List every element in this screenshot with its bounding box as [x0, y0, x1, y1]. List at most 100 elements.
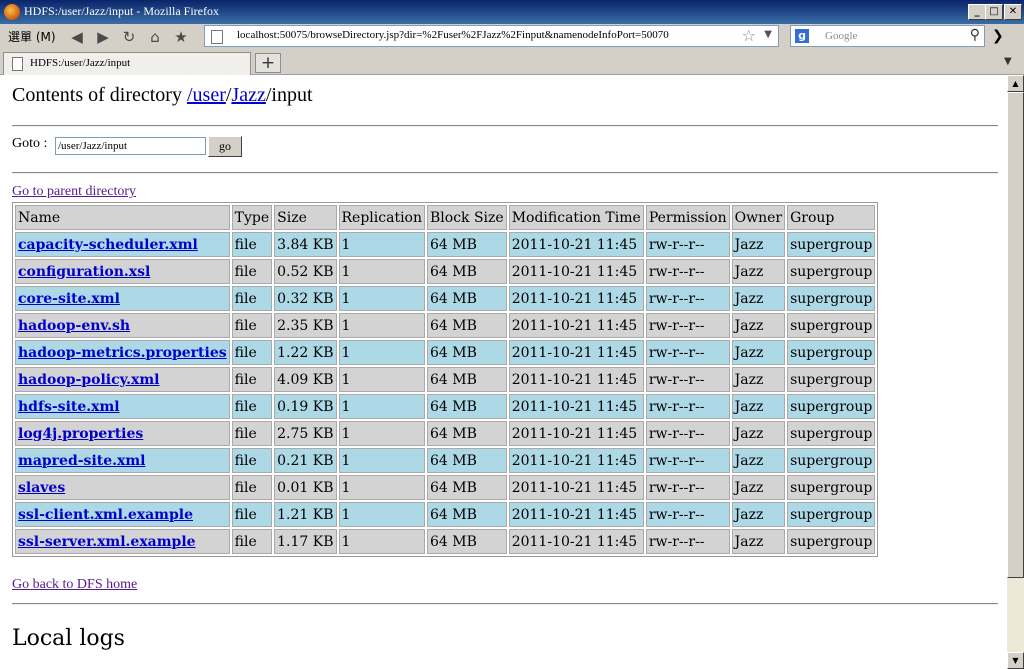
table-cell: 1: [338, 232, 425, 257]
file-table: Name Type Size Replication Block Size Modific…: [12, 202, 879, 557]
file-link[interactable]: capacity-scheduler.xml: [18, 237, 198, 253]
home-icon[interactable]: ⌂: [146, 28, 164, 46]
file-link[interactable]: slaves: [18, 480, 65, 496]
scrollbar-thumb[interactable]: [1007, 92, 1024, 578]
file-link[interactable]: ssl-client.xml.example: [18, 507, 193, 523]
table-cell: supergroup: [787, 367, 876, 392]
breadcrumb-jazz-link[interactable]: Jazz: [231, 84, 265, 106]
reload-icon[interactable]: ↻: [120, 28, 138, 46]
google-logo-icon[interactable]: g: [795, 29, 809, 43]
table-cell: 64 MB: [427, 448, 507, 473]
breadcrumb-current: input: [271, 84, 313, 106]
table-cell: Jazz: [731, 286, 786, 311]
table-cell: 2.75 KB: [274, 421, 337, 446]
table-row: configuration.xsl file 0.52 KB 1 64 MB 2011-1…: [15, 259, 876, 284]
go-button[interactable]: go: [208, 136, 242, 157]
file-name-cell: capacity-scheduler.xml: [15, 232, 230, 257]
file-name-cell: hadoop-env.sh: [15, 313, 230, 338]
table-cell: rw-r--r--: [645, 259, 730, 284]
tab-list-icon[interactable]: ▼: [1004, 56, 1012, 67]
table-cell: supergroup: [787, 421, 876, 446]
column-header: Replication: [338, 205, 425, 230]
table-cell: file: [231, 313, 273, 338]
table-cell: 0.32 KB: [274, 286, 337, 311]
tab-bar: HDFS:/user/Jazz/input + ▼: [0, 50, 1024, 75]
maximize-button[interactable]: □: [985, 4, 1003, 20]
column-header: Type: [231, 205, 273, 230]
goto-input[interactable]: [55, 137, 206, 155]
file-link[interactable]: configuration.xsl: [18, 264, 150, 280]
table-cell: 1: [338, 421, 425, 446]
window-title-bar: HDFS:/user/Jazz/input - Mozilla Firefox …: [0, 0, 1024, 24]
table-cell: file: [231, 259, 273, 284]
address-url[interactable]: localhost:50075/browseDirectory.jsp?dir=…: [237, 29, 669, 41]
forward-icon[interactable]: ▶: [94, 28, 112, 46]
file-link[interactable]: hdfs-site.xml: [18, 399, 120, 415]
table-cell: supergroup: [787, 475, 876, 500]
file-link[interactable]: hadoop-policy.xml: [18, 372, 159, 388]
dfs-home-link[interactable]: Go back to DFS home: [12, 577, 137, 593]
vertical-scrollbar[interactable]: ▲ ▼: [1007, 75, 1024, 669]
bookmark-star-icon[interactable]: ☆: [742, 26, 756, 45]
table-cell: 64 MB: [427, 286, 507, 311]
tab-hdfs-input[interactable]: HDFS:/user/Jazz/input: [3, 52, 251, 75]
table-cell: 1: [338, 259, 425, 284]
back-icon[interactable]: ◀: [68, 28, 86, 46]
table-cell: 2011-10-21 11:45: [508, 502, 644, 527]
close-window-button[interactable]: ✕: [1004, 4, 1022, 20]
tab-label: HDFS:/user/Jazz/input: [30, 57, 131, 69]
url-dropdown-icon[interactable]: ▼: [764, 29, 772, 40]
table-cell: 0.21 KB: [274, 448, 337, 473]
table-cell: 1.17 KB: [274, 529, 337, 554]
file-link[interactable]: hadoop-env.sh: [18, 318, 130, 334]
search-bar[interactable]: g Google ⚲: [790, 25, 985, 47]
minimize-button[interactable]: _: [968, 4, 986, 20]
file-link[interactable]: log4j.properties: [18, 426, 143, 442]
table-cell: 2011-10-21 11:45: [508, 232, 644, 257]
table-cell: 1: [338, 502, 425, 527]
scroll-down-arrow-icon[interactable]: ▼: [1007, 652, 1024, 669]
table-cell: 4.09 KB: [274, 367, 337, 392]
file-name-cell: mapred-site.xml: [15, 448, 230, 473]
table-cell: file: [231, 394, 273, 419]
table-cell: file: [231, 232, 273, 257]
table-cell: rw-r--r--: [645, 286, 730, 311]
file-link[interactable]: mapred-site.xml: [18, 453, 145, 469]
table-cell: 64 MB: [427, 313, 507, 338]
bookmarks-icon[interactable]: ★: [172, 28, 190, 46]
table-cell: rw-r--r--: [645, 529, 730, 554]
table-row: hadoop-policy.xml file 4.09 KB 1 64 MB 2011-1…: [15, 367, 876, 392]
file-link[interactable]: hadoop-metrics.properties: [18, 345, 227, 361]
table-cell: 2.35 KB: [274, 313, 337, 338]
table-cell: Jazz: [731, 475, 786, 500]
table-cell: 64 MB: [427, 394, 507, 419]
table-body: capacity-scheduler.xml file 3.84 KB 1 64 MB 2…: [15, 232, 876, 554]
table-cell: rw-r--r--: [645, 421, 730, 446]
address-bar[interactable]: localhost:50075/browseDirectory.jsp?dir=…: [204, 25, 779, 47]
table-cell: 0.52 KB: [274, 259, 337, 284]
breadcrumb-user-link[interactable]: user: [193, 84, 226, 106]
table-cell: Jazz: [731, 259, 786, 284]
table-cell: rw-r--r--: [645, 502, 730, 527]
column-header: Permission: [645, 205, 730, 230]
table-cell: rw-r--r--: [645, 340, 730, 365]
search-icon[interactable]: ⚲: [970, 27, 980, 43]
toolbar-overflow-icon[interactable]: ❯: [992, 28, 1004, 44]
table-cell: supergroup: [787, 502, 876, 527]
new-tab-button[interactable]: +: [255, 53, 281, 73]
table-row: capacity-scheduler.xml file 3.84 KB 1 64 MB 2…: [15, 232, 876, 257]
table-cell: file: [231, 367, 273, 392]
table-cell: 64 MB: [427, 475, 507, 500]
table-cell: 2011-10-21 11:45: [508, 367, 644, 392]
file-link[interactable]: ssl-server.xml.example: [18, 534, 196, 550]
menu-button[interactable]: 選單 (M): [8, 28, 56, 45]
table-cell: supergroup: [787, 232, 876, 257]
scroll-up-arrow-icon[interactable]: ▲: [1007, 75, 1024, 92]
table-cell: 1: [338, 394, 425, 419]
column-header: Owner: [731, 205, 786, 230]
table-cell: file: [231, 448, 273, 473]
parent-directory-link[interactable]: Go to parent directory: [12, 184, 136, 200]
file-link[interactable]: core-site.xml: [18, 291, 120, 307]
table-row: mapred-site.xml file 0.21 KB 1 64 MB 2011-10-…: [15, 448, 876, 473]
table-row: hadoop-metrics.properties file 1.22 KB 1 64 …: [15, 340, 876, 365]
